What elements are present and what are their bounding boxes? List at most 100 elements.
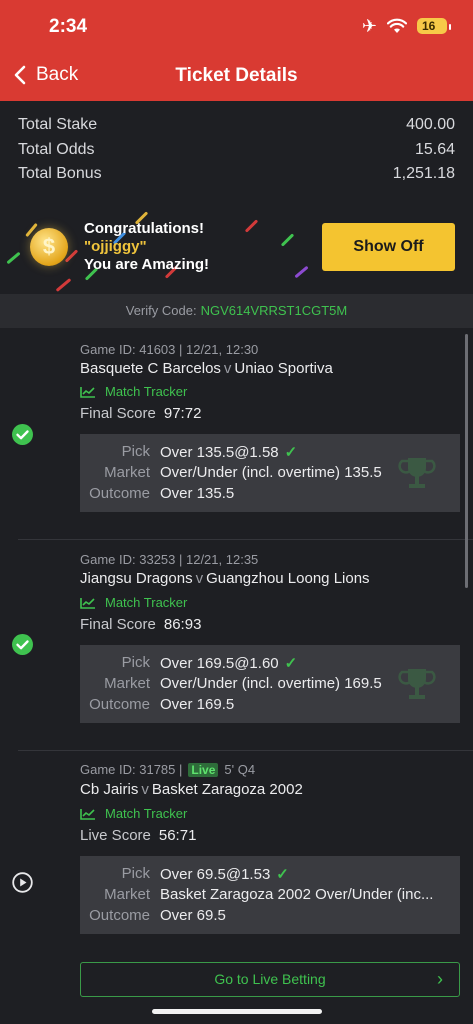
- market-value: Basket Zaragoza 2002 Over/Under (inc...: [160, 886, 434, 903]
- game-id: Game ID: 33253 | 12/21, 12:35: [80, 552, 259, 567]
- verify-code-bar: Verify Code: NGV614VRRST1CGT5M: [0, 294, 473, 328]
- pick-text: Over 69.5@1.53: [160, 866, 271, 883]
- outcome-label: Outcome: [89, 907, 150, 924]
- status-icons: ✈ 16: [362, 16, 451, 36]
- coin-icon: $: [30, 228, 68, 266]
- check-icon: ✓: [284, 655, 298, 672]
- away-team: Uniao Sportiva: [234, 360, 333, 377]
- total-bonus-label: Total Bonus: [18, 165, 102, 182]
- chart-icon: [80, 808, 95, 820]
- scrollbar[interactable]: [465, 334, 468, 588]
- score-line: Live Score 56:71: [80, 827, 196, 844]
- market-row: Market Basket Zaragoza 2002 Over/Under (…: [80, 886, 433, 903]
- confetti-streak: [6, 251, 21, 265]
- live-betting-label: Go to Live Betting: [214, 971, 326, 987]
- score-value: 56:71: [158, 827, 197, 844]
- go-to-live-betting-button[interactable]: Go to Live Betting ›: [80, 962, 460, 997]
- market-label: Market: [104, 675, 150, 692]
- pick-row: Pick Over 69.5@1.53 ✓: [80, 865, 289, 883]
- match-tracker-link[interactable]: Match Tracker: [80, 806, 187, 821]
- trophy-icon: [398, 669, 436, 699]
- game-info: Game ID: 41603 | 12/21, 12:30: [80, 342, 258, 357]
- pick-value: Over 135.5@1.58 ✓: [160, 443, 297, 461]
- bet-item: Game ID: 41603 | 12/21, 12:30 Basquete C…: [0, 328, 473, 540]
- total-stake-value: 400.00: [406, 116, 455, 133]
- away-team: Guangzhou Loong Lions: [206, 570, 370, 587]
- score-label: Live Score: [80, 827, 151, 844]
- pick-label: Pick: [121, 443, 150, 460]
- score-value: 86:93: [163, 616, 202, 633]
- match-tracker-label: Match Tracker: [105, 595, 188, 610]
- outcome-row: Outcome Over 69.5: [80, 907, 226, 924]
- match-teams: Cb Jairis v Basket Zaragoza 2002: [80, 781, 303, 798]
- outcome-label: Outcome: [89, 696, 150, 713]
- match-tracker-label: Match Tracker: [105, 806, 188, 821]
- verify-code: NGV614VRRST1CGT5M: [200, 303, 348, 318]
- pick-text: Over 169.5@1.60: [160, 655, 279, 672]
- battery-icon: 16: [417, 18, 451, 34]
- confetti-streak: [280, 233, 295, 247]
- home-team: Basquete C Barcelos: [80, 360, 221, 377]
- market-value: Over/Under (incl. overtime) 135.5: [160, 464, 382, 481]
- check-circle-icon: [12, 634, 33, 655]
- match-teams: Jiangsu Dragons v Guangzhou Loong Lions: [80, 570, 370, 587]
- total-odds-row: Total Odds 15.64: [18, 138, 455, 163]
- home-team: Jiangsu Dragons: [80, 570, 193, 587]
- total-stake-row: Total Stake 400.00: [18, 113, 455, 138]
- score-line: Final Score 97:72: [80, 405, 201, 422]
- top-bar: 2:34 ✈ 16 Back Ticket Details: [0, 0, 473, 101]
- confetti-streak: [294, 265, 309, 279]
- pick-value: Over 169.5@1.60 ✓: [160, 654, 297, 672]
- confetti-streak: [55, 278, 72, 292]
- outcome-row: Outcome Over 135.5: [80, 485, 234, 502]
- live-badge: Live: [188, 762, 219, 777]
- show-off-button[interactable]: Show Off: [322, 223, 455, 271]
- total-odds-label: Total Odds: [18, 140, 95, 158]
- bet-item: Game ID: 33253 | 12/21, 12:35 Jiangsu Dr…: [0, 540, 473, 751]
- congrats-line1: Congratulations!: [84, 220, 204, 237]
- congrats-text: Congratulations! "ojjiggy" You are Amazi…: [84, 220, 209, 274]
- match-tracker-link[interactable]: Match Tracker: [80, 384, 187, 399]
- total-bonus-value: 1,251.18: [392, 165, 455, 182]
- chart-icon: [80, 597, 95, 609]
- home-team: Cb Jairis: [80, 781, 139, 798]
- congrats-line3: You are Amazing!: [84, 256, 210, 273]
- congrats-username: "ojjiggy": [84, 238, 147, 255]
- pick-details: Pick Over 169.5@1.60 ✓ Market Over/Under …: [80, 645, 460, 723]
- check-circle-icon: [12, 424, 33, 445]
- match-teams: Basquete C Barcelos v Uniao Sportiva: [80, 360, 333, 377]
- market-row: Market Over/Under (incl. overtime) 135.5: [80, 464, 382, 481]
- pick-details: Pick Over 69.5@1.53 ✓ Market Basket Zarag…: [80, 856, 460, 934]
- total-stake-label: Total Stake: [18, 116, 98, 133]
- match-tracker-label: Match Tracker: [105, 384, 188, 399]
- ticket-totals: Total Stake 400.00 Total Odds 15.64 Tota…: [18, 113, 455, 187]
- market-value: Over/Under (incl. overtime) 169.5: [160, 675, 382, 692]
- market-label: Market: [104, 464, 150, 481]
- check-icon: ✓: [276, 866, 289, 883]
- away-team: Basket Zaragoza 2002: [151, 781, 303, 798]
- trophy-icon: [398, 458, 436, 488]
- check-icon: ✓: [284, 444, 298, 461]
- wifi-icon: [387, 18, 407, 33]
- score-line: Final Score 86:93: [80, 616, 201, 633]
- game-id: Game ID: 31785 |: [80, 762, 183, 777]
- total-odds-value: 15.64: [414, 140, 455, 158]
- verify-label: Verify Code:: [125, 303, 197, 318]
- home-indicator[interactable]: [152, 1009, 322, 1014]
- score-label: Final Score: [80, 616, 156, 633]
- pick-text: Over 135.5@1.58: [160, 444, 279, 461]
- pick-label: Pick: [121, 654, 150, 671]
- chevron-right-icon: ›: [437, 969, 443, 989]
- outcome-value: Over 69.5: [160, 907, 226, 924]
- outcome-value: Over 135.5: [160, 485, 235, 502]
- confetti-streak: [244, 219, 259, 233]
- pick-row: Pick Over 135.5@1.58 ✓: [80, 443, 298, 461]
- match-tracker-link[interactable]: Match Tracker: [80, 595, 187, 610]
- pick-details: Pick Over 135.5@1.58 ✓ Market Over/Under …: [80, 434, 460, 512]
- play-circle-icon[interactable]: [12, 872, 33, 893]
- outcome-label: Outcome: [89, 485, 150, 502]
- outcome-row: Outcome Over 169.5: [80, 696, 234, 713]
- versus-label: v: [223, 360, 232, 377]
- pick-value: Over 69.5@1.53 ✓: [160, 865, 289, 883]
- outcome-value: Over 169.5: [160, 696, 235, 713]
